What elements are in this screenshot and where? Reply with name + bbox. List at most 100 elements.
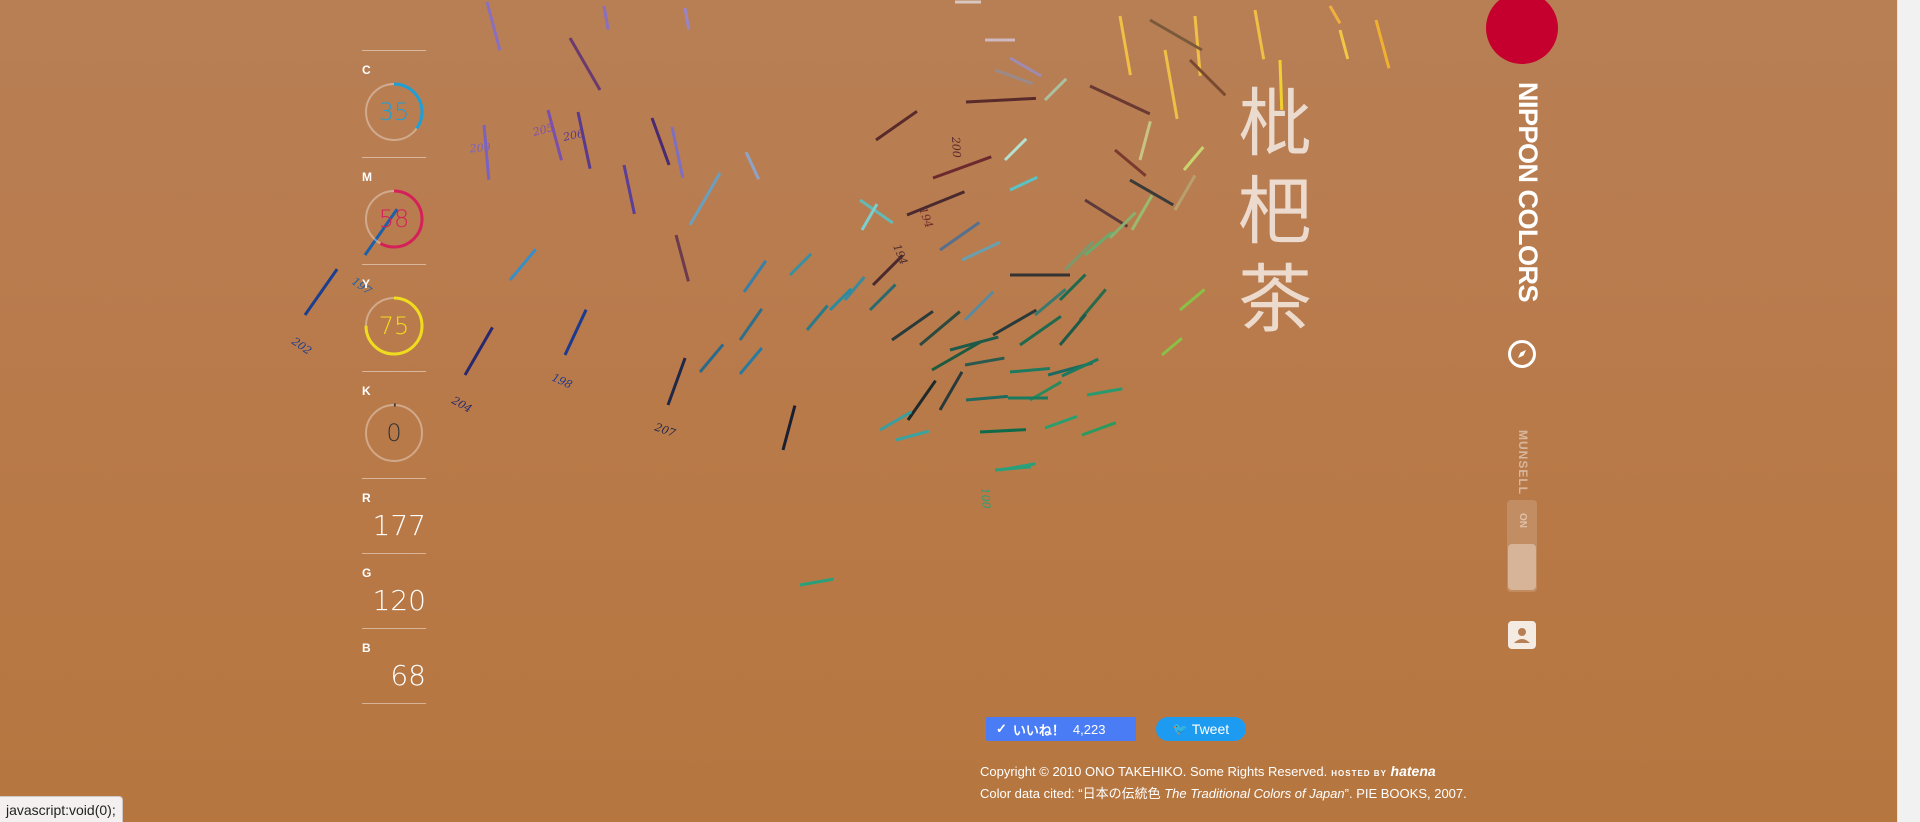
color-stroke[interactable] bbox=[1061, 357, 1099, 378]
color-stroke[interactable] bbox=[688, 172, 722, 226]
color-stroke[interactable] bbox=[1009, 56, 1042, 78]
black-row: K 0 bbox=[362, 371, 426, 478]
color-stroke[interactable] bbox=[1149, 18, 1203, 52]
color-stroke[interactable] bbox=[508, 248, 537, 281]
color-stroke[interactable] bbox=[979, 428, 1027, 434]
color-stroke[interactable] bbox=[868, 283, 897, 312]
citation-title: The Traditional Colors of Japan bbox=[1164, 786, 1345, 801]
color-stroke[interactable] bbox=[1084, 198, 1129, 228]
color-stroke[interactable] bbox=[1058, 273, 1087, 302]
color-stroke[interactable] bbox=[1161, 337, 1183, 357]
color-stroke[interactable] bbox=[1328, 5, 1342, 25]
color-stroke[interactable] bbox=[994, 68, 1034, 86]
brand-logo[interactable]: NIPPON COLORS bbox=[1503, 82, 1543, 302]
color-stroke[interactable] bbox=[303, 268, 339, 316]
color-stroke[interactable] bbox=[963, 290, 995, 322]
color-stroke[interactable] bbox=[965, 394, 1008, 402]
color-stroke[interactable] bbox=[463, 326, 494, 376]
color-stroke[interactable] bbox=[1019, 315, 1062, 347]
compass-icon[interactable] bbox=[1508, 340, 1536, 368]
color-stroke[interactable] bbox=[1044, 414, 1078, 430]
citation-suffix: ”. PIE BOOKS, 2007. bbox=[1344, 786, 1467, 801]
color-stroke[interactable] bbox=[1086, 387, 1123, 397]
color-stroke[interactable] bbox=[622, 164, 636, 215]
color-stroke[interactable] bbox=[1374, 19, 1391, 69]
color-stroke[interactable] bbox=[670, 126, 685, 179]
color-stroke[interactable] bbox=[843, 276, 866, 301]
color-stroke[interactable] bbox=[1003, 137, 1028, 162]
blue-row: B 68 bbox=[362, 628, 426, 704]
color-stroke[interactable] bbox=[875, 110, 918, 142]
black-label: K bbox=[362, 384, 371, 398]
color-stroke[interactable] bbox=[805, 304, 829, 331]
color-stroke[interactable] bbox=[1118, 15, 1132, 76]
color-stroke[interactable] bbox=[650, 117, 671, 166]
color-stroke[interactable] bbox=[738, 346, 764, 375]
color-stroke[interactable] bbox=[788, 252, 813, 277]
hatena-logo[interactable]: hatena bbox=[1391, 763, 1436, 779]
color-stroke[interactable] bbox=[932, 155, 992, 180]
color-stroke[interactable] bbox=[1179, 288, 1206, 312]
user-icon[interactable] bbox=[1508, 621, 1536, 649]
color-stroke-cloud[interactable]: 205 206209197202204198207200194194100 bbox=[0, 0, 1898, 822]
color-stroke[interactable] bbox=[781, 405, 797, 451]
color-stroke[interactable] bbox=[1253, 9, 1266, 60]
color-stroke[interactable] bbox=[961, 240, 1001, 262]
color-stroke[interactable] bbox=[828, 287, 853, 312]
color-stroke[interactable] bbox=[1182, 146, 1205, 171]
color-stroke[interactable] bbox=[1009, 175, 1038, 192]
tweet-button[interactable]: 🐦 Tweet bbox=[1156, 717, 1246, 741]
color-stroke[interactable] bbox=[1043, 77, 1068, 102]
color-stroke[interactable] bbox=[546, 109, 563, 161]
color-stroke[interactable] bbox=[602, 5, 610, 30]
color-stroke[interactable] bbox=[1138, 120, 1152, 161]
color-stroke[interactable] bbox=[1188, 58, 1227, 97]
color-stroke[interactable] bbox=[666, 357, 687, 406]
color-stroke[interactable] bbox=[742, 260, 768, 293]
color-stroke[interactable] bbox=[906, 379, 937, 421]
color-stroke[interactable] bbox=[1063, 240, 1095, 272]
color-stroke[interactable] bbox=[1081, 421, 1117, 437]
color-stroke[interactable] bbox=[683, 7, 691, 30]
color-stroke[interactable] bbox=[799, 577, 834, 587]
color-stroke[interactable] bbox=[698, 343, 725, 373]
vertical-scrollbar[interactable] bbox=[1897, 0, 1920, 822]
color-stroke[interactable] bbox=[1084, 230, 1114, 257]
color-stroke[interactable] bbox=[1009, 367, 1050, 374]
color-stroke-number: 198 bbox=[550, 371, 575, 392]
color-stroke[interactable] bbox=[1058, 313, 1087, 346]
color-stroke[interactable] bbox=[931, 340, 982, 372]
color-stroke[interactable] bbox=[744, 151, 761, 180]
color-stroke[interactable] bbox=[859, 198, 894, 225]
color-stroke[interactable] bbox=[964, 356, 1005, 367]
color-stroke[interactable] bbox=[1173, 174, 1197, 211]
color-stroke[interactable] bbox=[568, 37, 602, 91]
color-stroke[interactable] bbox=[1129, 178, 1175, 207]
color-stroke[interactable] bbox=[1338, 29, 1350, 60]
color-stroke[interactable] bbox=[1034, 288, 1067, 317]
color-stroke[interactable] bbox=[563, 309, 588, 356]
color-stroke[interactable] bbox=[891, 310, 934, 342]
check-icon: ✓ bbox=[996, 721, 1007, 736]
color-stroke[interactable] bbox=[738, 308, 764, 341]
color-stroke[interactable] bbox=[949, 335, 999, 352]
like-button[interactable]: ✓ いいね！ 4,223 bbox=[986, 717, 1136, 741]
color-stroke[interactable] bbox=[1089, 84, 1151, 116]
color-stroke[interactable] bbox=[895, 429, 930, 442]
munsell-toggle[interactable]: ON bbox=[1507, 500, 1537, 592]
color-stroke[interactable] bbox=[485, 1, 502, 51]
color-stroke[interactable] bbox=[879, 410, 912, 432]
color-stroke[interactable] bbox=[939, 221, 981, 252]
toggle-knob[interactable] bbox=[1508, 544, 1536, 590]
color-stroke[interactable] bbox=[906, 190, 966, 217]
color-stroke[interactable] bbox=[1163, 49, 1179, 120]
copyright-line: Copyright © 2010 ONO TAKEHIKO. Some Righ… bbox=[980, 761, 1540, 784]
like-count: 4,223 bbox=[1072, 721, 1106, 737]
color-stroke[interactable] bbox=[871, 254, 904, 287]
color-stroke[interactable] bbox=[992, 308, 1038, 337]
kanji-char-3: 茶 bbox=[1238, 257, 1312, 343]
color-stroke[interactable] bbox=[938, 371, 964, 411]
color-stroke-number: 200 bbox=[949, 135, 963, 158]
color-stroke[interactable] bbox=[674, 234, 690, 282]
color-stroke[interactable] bbox=[965, 96, 1036, 104]
